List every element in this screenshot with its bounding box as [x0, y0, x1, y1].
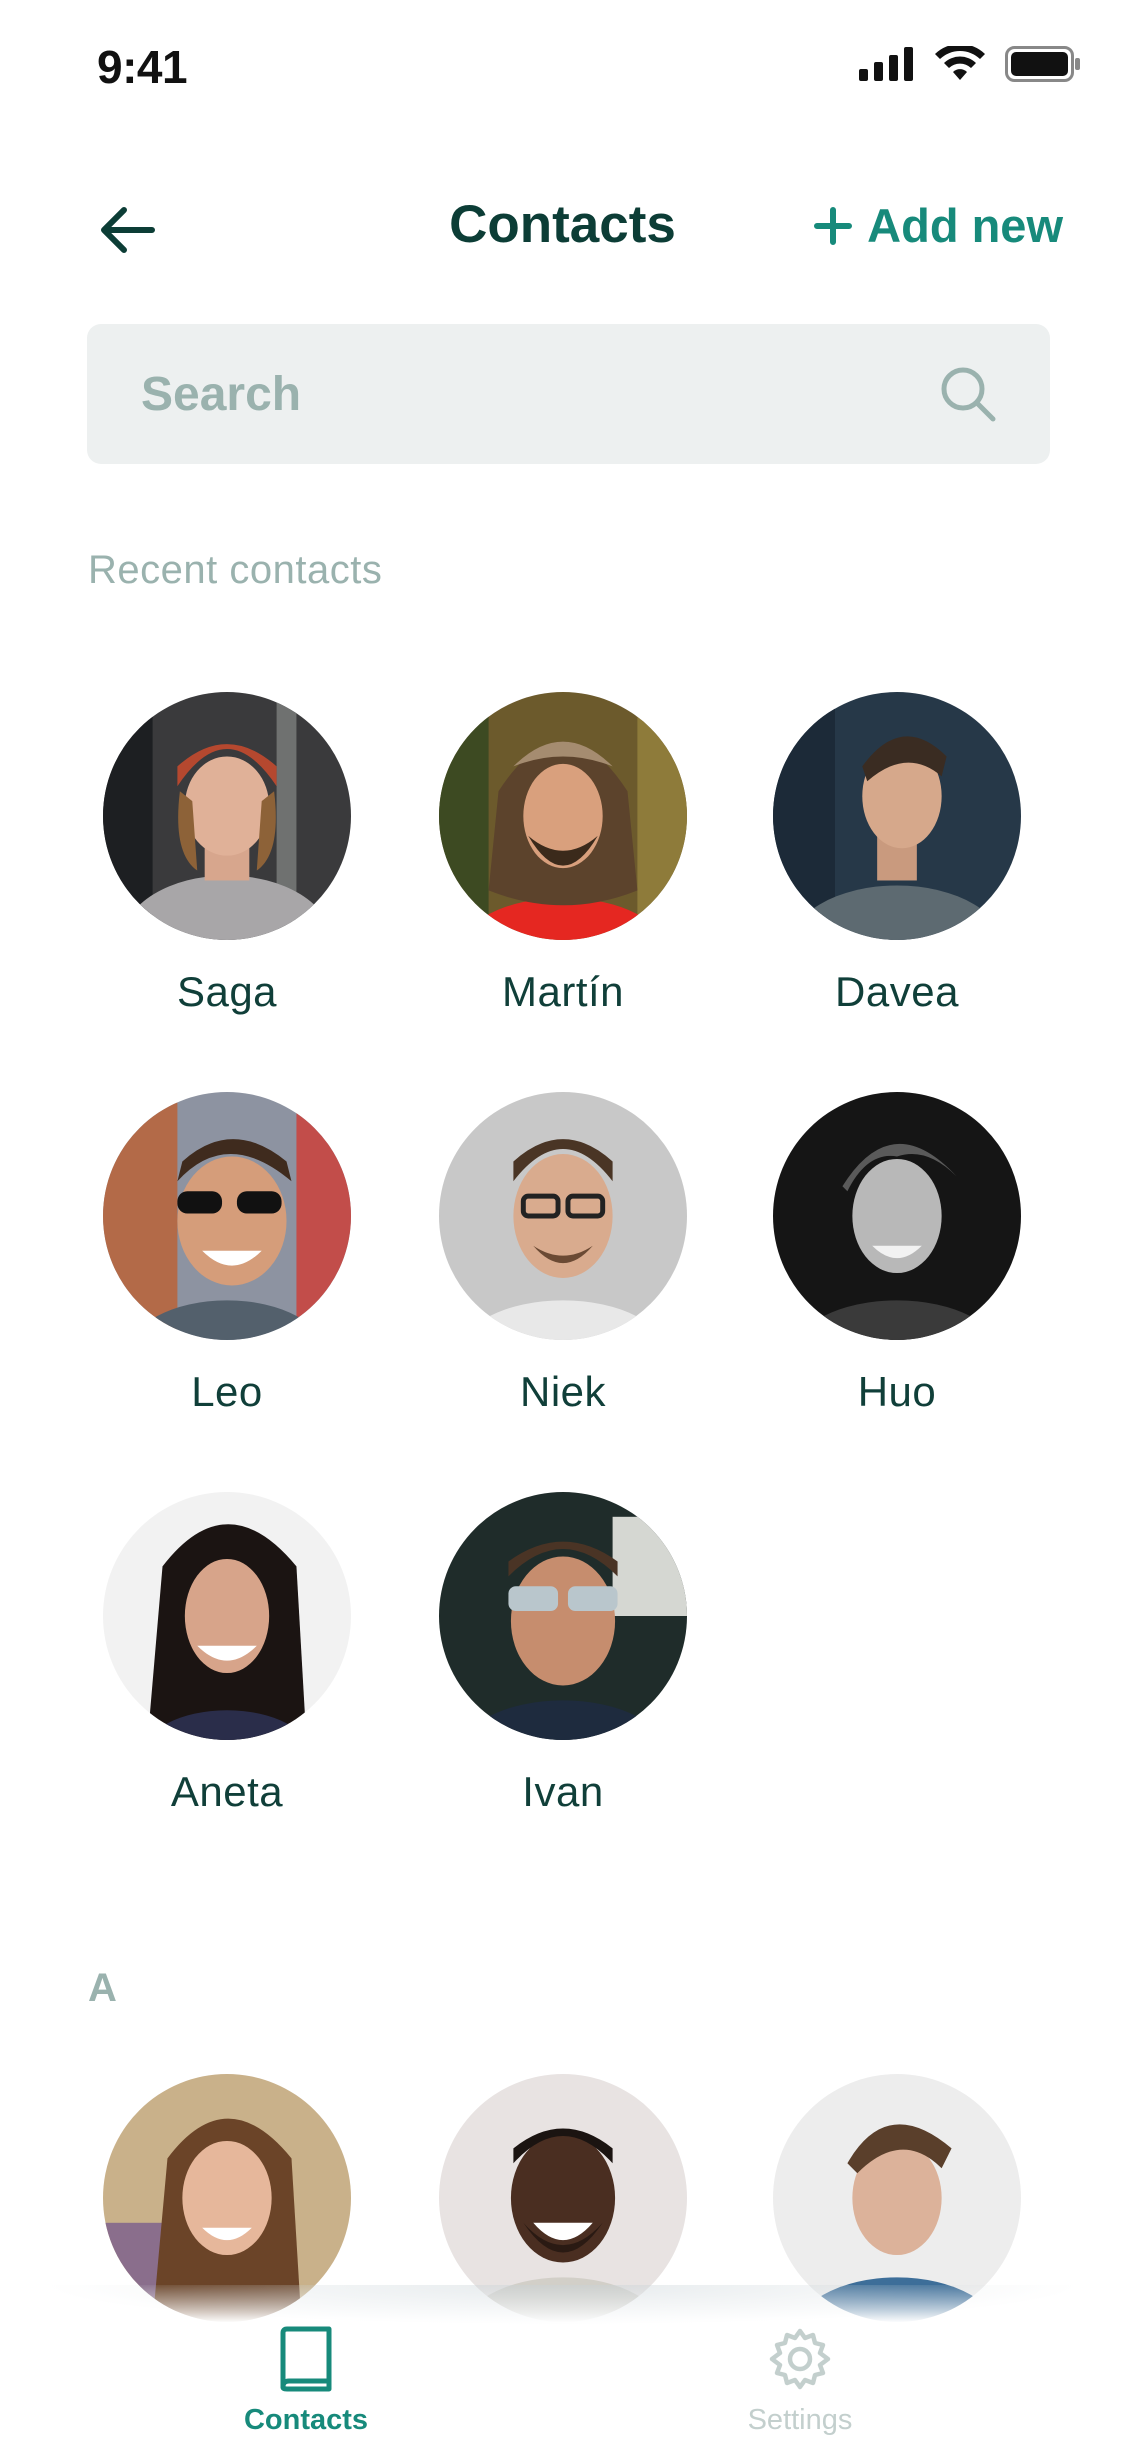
- contact-item[interactable]: Ivan: [433, 1492, 693, 1816]
- tab-bar: Contacts Settings: [0, 2285, 1125, 2436]
- tab-settings[interactable]: Settings: [690, 2325, 910, 2437]
- recent-contacts-label: Recent contacts: [88, 548, 383, 592]
- contact-item[interactable]: Huo: [767, 1092, 1027, 1416]
- contact-item[interactable]: Saga: [97, 692, 357, 1016]
- contact-name: Huo: [857, 1368, 937, 1415]
- contact-name: Niek: [519, 1368, 607, 1415]
- status-time: 9:41: [97, 41, 188, 93]
- add-new-label: Add new: [867, 199, 1063, 252]
- contact-name: Ivan: [522, 1768, 604, 1815]
- status-bar: 9:41: [0, 0, 1125, 140]
- search-icon[interactable]: [938, 364, 998, 424]
- contact-item[interactable]: Aneta: [97, 1492, 357, 1816]
- contact-name: Aneta: [170, 1768, 284, 1815]
- gear-icon: [769, 2328, 831, 2390]
- signal-icon: [859, 47, 913, 81]
- nav-bar: Contacts Add new: [0, 180, 1125, 280]
- contact-item[interactable]: Davea: [767, 692, 1027, 1016]
- search-bar: [87, 324, 1050, 464]
- battery-icon: [1005, 46, 1080, 82]
- wifi-icon: [935, 46, 985, 80]
- contact-name: Martín: [501, 968, 625, 1015]
- tab-contacts[interactable]: Contacts: [196, 2325, 416, 2437]
- contact-name: Saga: [176, 968, 278, 1015]
- contact-name: Davea: [835, 968, 959, 1015]
- search-input[interactable]: [141, 324, 941, 464]
- plus-icon: [814, 206, 853, 245]
- avatar: [439, 692, 687, 940]
- contact-item[interactable]: Niek: [433, 1092, 693, 1416]
- contact-name: Leo: [191, 1368, 263, 1415]
- contact-item[interactable]: Martín: [433, 692, 693, 1016]
- book-icon: [280, 2326, 332, 2392]
- tab-label: Contacts: [243, 2404, 369, 2436]
- tab-label: Settings: [747, 2404, 853, 2436]
- avatar: [773, 692, 1021, 940]
- avatar: [773, 1092, 1021, 1340]
- avatar: [103, 1492, 351, 1740]
- contact-item[interactable]: Leo: [97, 1092, 357, 1416]
- section-letter-a: A: [88, 1966, 118, 2010]
- avatar: [103, 692, 351, 940]
- avatar: [439, 1492, 687, 1740]
- avatar: [439, 1092, 687, 1340]
- add-new-button[interactable]: Add new: [813, 198, 1063, 253]
- avatar: [103, 1092, 351, 1340]
